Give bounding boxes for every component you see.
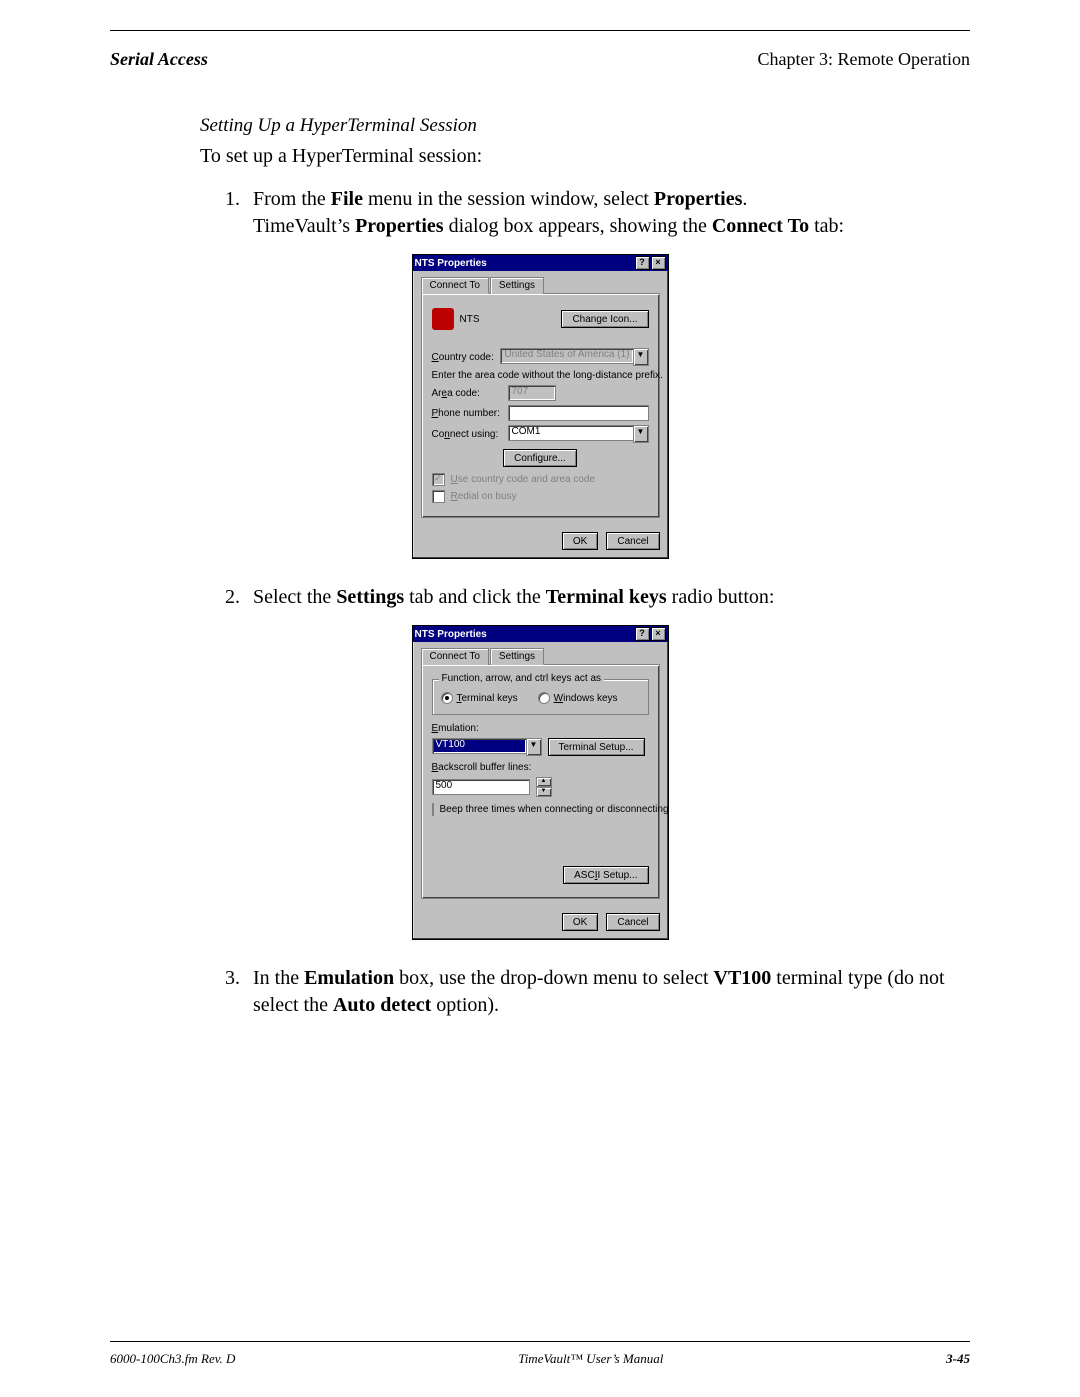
- bottom-rule: [110, 1341, 970, 1342]
- backscroll-label: Backscroll buffer lines:: [432, 762, 649, 773]
- footer-left: 6000-100Ch3.fm Rev. D: [110, 1351, 235, 1367]
- page: Serial Access Chapter 3: Remote Operatio…: [0, 0, 1080, 1397]
- ok-button[interactable]: OK: [562, 532, 598, 550]
- dialog-title: NTS Properties: [415, 629, 487, 640]
- chevron-down-icon[interactable]: ▼: [633, 348, 649, 366]
- step-3-body: In the Emulation box, use the drop-down …: [253, 965, 970, 1019]
- connection-icon: [432, 308, 454, 330]
- windows-keys-radio[interactable]: [538, 692, 550, 704]
- ascii-setup-button[interactable]: ASCII Setup...: [563, 866, 648, 884]
- tab-panel-connect: NTS Change Icon... Country code: United …: [421, 293, 660, 518]
- use-country-code-checkbox[interactable]: ✓: [432, 473, 445, 486]
- dialog-title: NTS Properties: [415, 258, 487, 269]
- connect-using-value: COM1: [508, 425, 633, 441]
- close-icon[interactable]: ×: [651, 256, 666, 270]
- use-country-code-label: Use country code and area code: [451, 474, 596, 485]
- cancel-button[interactable]: Cancel: [606, 913, 659, 931]
- step-1: 1. From the File menu in the session win…: [225, 186, 970, 240]
- terminal-setup-button[interactable]: Terminal Setup...: [548, 738, 645, 756]
- phone-number-input[interactable]: [508, 405, 649, 421]
- top-rule: [110, 30, 970, 31]
- backscroll-spinner[interactable]: ▲ ▼: [536, 777, 552, 797]
- step-1-number: 1.: [225, 186, 253, 240]
- keys-group-legend: Function, arrow, and ctrl keys act as: [439, 673, 605, 684]
- phone-number-label: Phone number:: [432, 408, 502, 419]
- tab-settings[interactable]: Settings: [490, 648, 544, 665]
- area-code-input[interactable]: 707: [508, 385, 556, 401]
- footer-center: TimeVault™ User’s Manual: [518, 1351, 663, 1367]
- chevron-down-icon[interactable]: ▼: [633, 425, 649, 443]
- titlebar[interactable]: NTS Properties ? ×: [413, 626, 668, 642]
- connect-using-label: Connect using:: [432, 429, 502, 440]
- tab-settings[interactable]: Settings: [490, 277, 544, 294]
- beep-label: Beep three times when connecting or disc…: [440, 804, 669, 815]
- area-code-label: Area code:: [432, 388, 502, 399]
- area-code-hint: Enter the area code without the long-dis…: [432, 370, 649, 381]
- emulation-label: Emulation:: [432, 723, 649, 734]
- terminal-keys-label: Terminal keys: [457, 693, 518, 704]
- intro-text: To set up a HyperTerminal session:: [200, 145, 970, 168]
- redial-on-busy-checkbox[interactable]: [432, 490, 445, 503]
- step-3: 3. In the Emulation box, use the drop-do…: [225, 965, 970, 1019]
- step-2: 2. Select the Settings tab and click the…: [225, 584, 970, 611]
- spinner-up-icon[interactable]: ▲: [536, 777, 552, 787]
- redial-on-busy-label: Redial on busy: [451, 491, 517, 502]
- step-2-body: Select the Settings tab and click the Te…: [253, 584, 970, 611]
- windows-keys-label: Windows keys: [554, 693, 618, 704]
- change-icon-button[interactable]: Change Icon...: [561, 310, 648, 328]
- help-icon[interactable]: ?: [635, 256, 650, 270]
- backscroll-input[interactable]: 500: [432, 779, 530, 795]
- step-1-body: From the File menu in the session window…: [253, 186, 970, 240]
- properties-dialog-connect: NTS Properties ? × Connect To Settings N…: [412, 254, 669, 559]
- connect-using-dropdown[interactable]: COM1 ▼: [508, 425, 649, 443]
- step-2-number: 2.: [225, 584, 253, 611]
- ok-button[interactable]: OK: [562, 913, 598, 931]
- step-3-number: 3.: [225, 965, 253, 1019]
- running-header: Serial Access Chapter 3: Remote Operatio…: [110, 49, 970, 70]
- country-code-label: Country code:: [432, 352, 495, 363]
- terminal-keys-radio[interactable]: [441, 692, 453, 704]
- header-right: Chapter 3: Remote Operation: [758, 49, 970, 70]
- titlebar[interactable]: NTS Properties ? ×: [413, 255, 668, 271]
- tab-connect-to[interactable]: Connect To: [421, 277, 489, 294]
- help-icon[interactable]: ?: [635, 627, 650, 641]
- footer-page-number: 3-45: [946, 1351, 970, 1367]
- tab-connect-to[interactable]: Connect To: [421, 648, 489, 665]
- properties-dialog-settings: NTS Properties ? × Connect To Settings F…: [412, 625, 669, 940]
- close-icon[interactable]: ×: [651, 627, 666, 641]
- emulation-value: VT100: [432, 738, 526, 754]
- header-left: Serial Access: [110, 49, 208, 70]
- tab-panel-settings: Function, arrow, and ctrl keys act as Te…: [421, 664, 660, 899]
- configure-button[interactable]: Configure...: [503, 449, 577, 467]
- keys-groupbox: Function, arrow, and ctrl keys act as Te…: [432, 679, 649, 715]
- spinner-down-icon[interactable]: ▼: [536, 787, 552, 797]
- page-footer: 6000-100Ch3.fm Rev. D TimeVault™ User’s …: [110, 1351, 970, 1367]
- country-code-dropdown[interactable]: United States of America (1) ▼: [500, 348, 648, 366]
- section-title: Setting Up a HyperTerminal Session: [200, 115, 970, 137]
- chevron-down-icon[interactable]: ▼: [526, 738, 542, 756]
- tabs: Connect To Settings: [421, 277, 660, 294]
- country-code-value: United States of America (1): [500, 348, 632, 364]
- connection-name: NTS: [460, 314, 480, 325]
- cancel-button[interactable]: Cancel: [606, 532, 659, 550]
- emulation-dropdown[interactable]: VT100 ▼: [432, 738, 542, 756]
- tabs: Connect To Settings: [421, 648, 660, 665]
- beep-checkbox[interactable]: [432, 803, 434, 816]
